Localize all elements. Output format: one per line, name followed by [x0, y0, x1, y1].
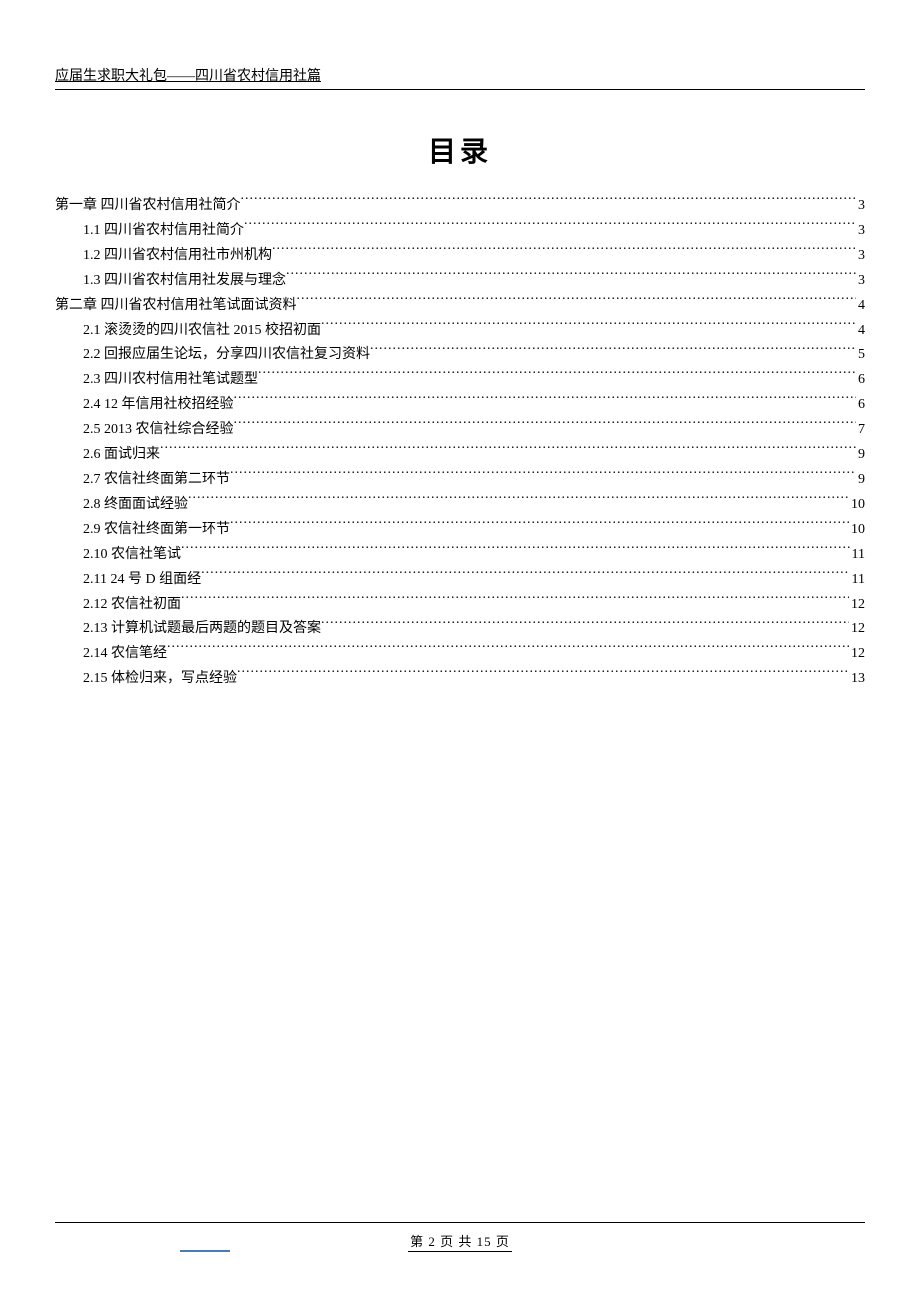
page-header: 应届生求职大礼包——四川省农村信用社篇 [55, 65, 865, 90]
toc-entry-label: 2.15 体检归来，写点经验 [83, 667, 237, 692]
toc-entry-label: 2.9 农信社终面第一环节 [83, 518, 230, 543]
toc-leader-dots [160, 444, 856, 458]
toc-entry-label: 2.8 终面面试经验 [83, 493, 188, 518]
toc-entry-page: 12 [849, 642, 865, 667]
toc-entry[interactable]: 1.3 四川省农村信用社发展与理念 3 [55, 269, 865, 294]
toc-entry-page: 5 [856, 343, 865, 368]
toc-entry-label: 2.14 农信笔经 [83, 642, 167, 667]
toc-leader-dots [321, 320, 856, 334]
toc-entry-page: 11 [850, 543, 865, 568]
toc-leader-dots [237, 668, 849, 682]
toc-entry[interactable]: 2.13 计算机试题最后两题的题目及答案 12 [55, 617, 865, 642]
toc-leader-dots [201, 569, 849, 583]
toc-entry[interactable]: 第二章 四川省农村信用社笔试面试资料 4 [55, 294, 865, 319]
toc-leader-dots [321, 618, 849, 632]
toc-entry[interactable]: 2.2 回报应届生论坛，分享四川农信社复习资料 5 [55, 343, 865, 368]
footer-accent [180, 1250, 230, 1252]
toc-entry-label: 第二章 四川省农村信用社笔试面试资料 [55, 294, 297, 319]
toc-entry-label: 2.4 12 年信用社校招经验 [83, 393, 234, 418]
toc-entry[interactable]: 2.15 体检归来，写点经验 13 [55, 667, 865, 692]
toc-entry-label: 1.2 四川省农村信用社市州机构 [83, 244, 272, 269]
toc-entry[interactable]: 1.1 四川省农村信用社简介 3 [55, 219, 865, 244]
toc-leader-dots [286, 270, 856, 284]
toc-entry[interactable]: 2.8 终面面试经验 10 [55, 493, 865, 518]
toc-leader-dots [272, 245, 856, 259]
toc-leader-dots [188, 494, 849, 508]
toc-entry-label: 第一章 四川省农村信用社简介 [55, 194, 241, 219]
toc-entry-label: 2.13 计算机试题最后两题的题目及答案 [83, 617, 321, 642]
toc-entry[interactable]: 2.3 四川农村信用社笔试题型 6 [55, 368, 865, 393]
toc-entry-label: 2.12 农信社初面 [83, 593, 181, 618]
toc-entry-label: 2.1 滚烫烫的四川农信社 2015 校招初面 [83, 319, 321, 344]
toc-entry[interactable]: 2.6 面试归来 9 [55, 443, 865, 468]
footer-divider [55, 1222, 865, 1223]
toc-entry-label: 2.5 2013 农信社综合经验 [83, 418, 234, 443]
toc-entry-page: 4 [856, 319, 865, 344]
page-footer: 第 2 页 共 15 页 [0, 1222, 920, 1252]
toc-entry-page: 3 [856, 194, 865, 219]
toc-leader-dots [181, 544, 850, 558]
toc-entry-page: 12 [849, 593, 865, 618]
toc-entry[interactable]: 第一章 四川省农村信用社简介 3 [55, 194, 865, 219]
toc-entry[interactable]: 2.14 农信笔经 12 [55, 642, 865, 667]
toc-leader-dots [241, 195, 857, 209]
toc-leader-dots [230, 519, 849, 533]
toc-entry-page: 6 [856, 368, 865, 393]
toc-entry[interactable]: 2.5 2013 农信社综合经验 7 [55, 418, 865, 443]
toc-leader-dots [297, 295, 857, 309]
toc-entry-page: 3 [856, 219, 865, 244]
toc-entry-page: 12 [849, 617, 865, 642]
toc-entry[interactable]: 2.12 农信社初面 12 [55, 593, 865, 618]
toc-entry-label: 2.11 24 号 D 组面经 [83, 568, 201, 593]
toc-entry-label: 2.2 回报应届生论坛，分享四川农信社复习资料 [83, 343, 370, 368]
toc-leader-dots [258, 369, 856, 383]
toc-leader-dots [181, 594, 849, 608]
toc-leader-dots [167, 643, 849, 657]
toc-entry-page: 7 [856, 418, 865, 443]
toc-entry-page: 11 [850, 568, 865, 593]
toc-leader-dots [234, 394, 857, 408]
page-number: 第 2 页 共 15 页 [408, 1231, 512, 1252]
toc-entry-label: 2.3 四川农村信用社笔试题型 [83, 368, 258, 393]
toc-entry-page: 9 [856, 443, 865, 468]
toc-entry[interactable]: 1.2 四川省农村信用社市州机构 3 [55, 244, 865, 269]
toc-entry[interactable]: 2.4 12 年信用社校招经验 6 [55, 393, 865, 418]
toc-entry[interactable]: 2.9 农信社终面第一环节 10 [55, 518, 865, 543]
toc-entry-page: 10 [849, 518, 865, 543]
toc-leader-dots [244, 220, 856, 234]
toc-entry[interactable]: 2.1 滚烫烫的四川农信社 2015 校招初面 4 [55, 319, 865, 344]
toc-entry-page: 9 [856, 468, 865, 493]
toc-entry[interactable]: 2.11 24 号 D 组面经 11 [55, 568, 865, 593]
header-text: 应届生求职大礼包——四川省农村信用社篇 [55, 69, 321, 84]
toc-leader-dots [230, 469, 856, 483]
toc-entry-label: 1.1 四川省农村信用社简介 [83, 219, 244, 244]
toc-title: 目录 [55, 130, 865, 170]
table-of-contents: 第一章 四川省农村信用社简介31.1 四川省农村信用社简介31.2 四川省农村信… [55, 194, 865, 692]
toc-leader-dots [234, 419, 857, 433]
toc-leader-dots [370, 344, 856, 358]
toc-entry-label: 2.7 农信社终面第二环节 [83, 468, 230, 493]
toc-entry-page: 3 [856, 244, 865, 269]
toc-entry-page: 3 [856, 269, 865, 294]
toc-entry[interactable]: 2.7 农信社终面第二环节 9 [55, 468, 865, 493]
toc-entry[interactable]: 2.10 农信社笔试 11 [55, 543, 865, 568]
toc-entry-page: 4 [856, 294, 865, 319]
toc-entry-label: 1.3 四川省农村信用社发展与理念 [83, 269, 286, 294]
toc-entry-label: 2.6 面试归来 [83, 443, 160, 468]
toc-entry-page: 6 [856, 393, 865, 418]
toc-entry-page: 10 [849, 493, 865, 518]
toc-entry-page: 13 [849, 667, 865, 692]
toc-entry-label: 2.10 农信社笔试 [83, 543, 181, 568]
